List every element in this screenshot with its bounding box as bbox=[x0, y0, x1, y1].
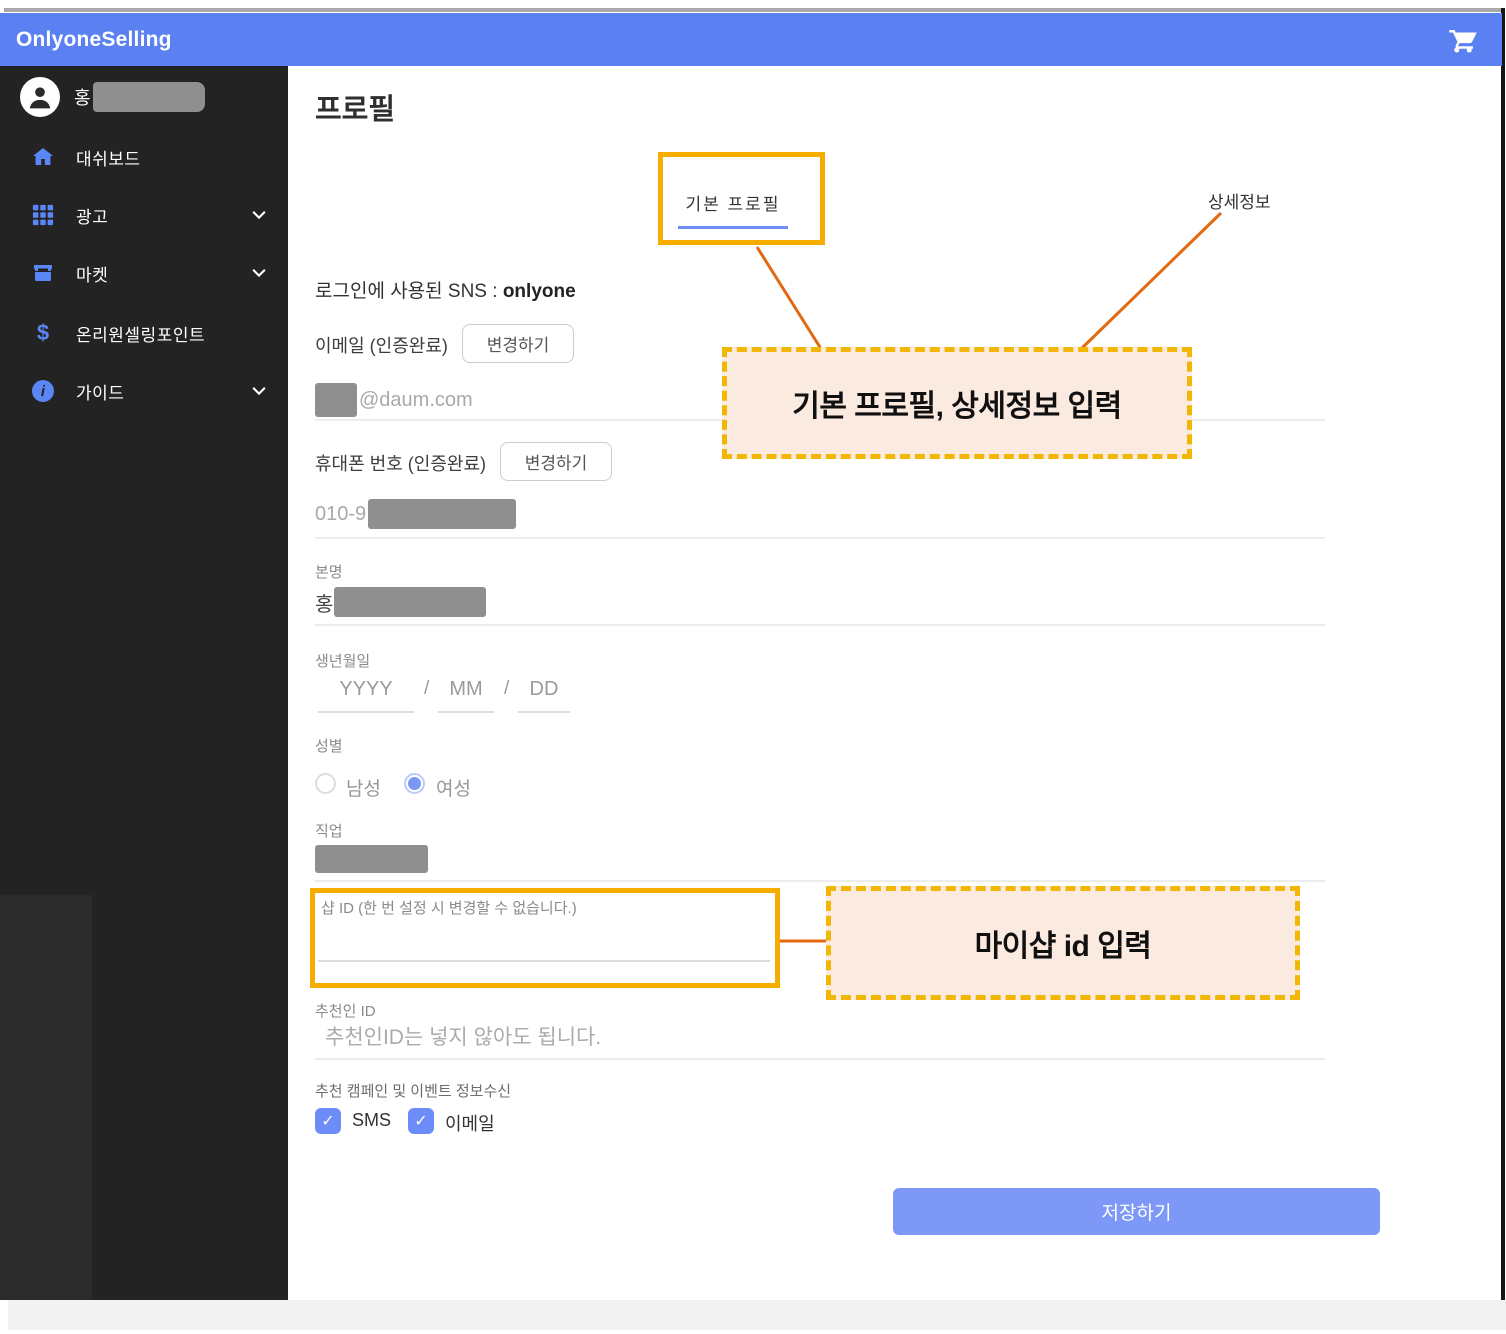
user-avatar bbox=[20, 77, 60, 117]
radio-female-selected[interactable] bbox=[404, 773, 425, 794]
sidebar-item-market[interactable]: 마켓 bbox=[0, 251, 288, 295]
birth-month-underline bbox=[438, 711, 494, 713]
sidebar-item-points[interactable]: $ 온리원셀링포인트 bbox=[0, 311, 288, 355]
phone-label: 휴대폰 번호 (인증완료) bbox=[315, 454, 487, 474]
app-logo[interactable]: OnlyoneSelling bbox=[16, 28, 172, 52]
chevron-down-icon bbox=[252, 211, 266, 220]
email-change-button[interactable]: 변경하기 bbox=[462, 324, 574, 363]
birth-year-input[interactable]: YYYY bbox=[318, 678, 414, 701]
dollar-icon: $ bbox=[36, 320, 50, 345]
user-name-prefix: 홍 bbox=[74, 88, 91, 108]
annotation-text: 기본 프로필, 상세정보 입력 bbox=[792, 390, 1122, 423]
divider bbox=[315, 1058, 1325, 1060]
sidebar-item-ads[interactable]: 광고 bbox=[0, 193, 288, 237]
divider bbox=[315, 624, 1325, 626]
phone-change-button[interactable]: 변경하기 bbox=[500, 442, 612, 481]
check-icon: ✓ bbox=[321, 1113, 335, 1130]
redaction-box bbox=[334, 587, 487, 617]
realname-label: 본명 bbox=[315, 564, 343, 581]
sidebar-item-label: 광고 bbox=[76, 207, 109, 227]
referrer-input[interactable]: 추천인ID는 넣지 않아도 됩니다. bbox=[325, 1021, 601, 1051]
annotation-box-shop-id bbox=[310, 888, 780, 988]
window-right-border bbox=[1501, 8, 1505, 1302]
sidebar-item-label: 온리원셀링포인트 bbox=[76, 325, 206, 345]
annotation-box-tab bbox=[658, 152, 825, 245]
home-icon bbox=[30, 144, 56, 170]
cart-icon[interactable] bbox=[1448, 25, 1478, 55]
sms-checkbox-label[interactable]: SMS bbox=[352, 1110, 391, 1131]
birthdate-label: 생년월일 bbox=[315, 653, 371, 670]
email-label: 이메일 (인증완료) bbox=[315, 336, 448, 356]
realname-value-prefix: 홍 bbox=[315, 593, 334, 616]
radio-female-label[interactable]: 여성 bbox=[436, 774, 471, 801]
person-icon bbox=[29, 87, 51, 109]
sidebar-item-dashboard[interactable]: 대쉬보드 bbox=[0, 135, 288, 179]
sidebar-item-label: 마켓 bbox=[76, 265, 109, 285]
phone-value: 010-9 bbox=[315, 499, 517, 529]
radio-dot bbox=[408, 777, 421, 790]
phone-value-prefix: 010-9 bbox=[315, 502, 367, 525]
sns-login-prefix: 로그인에 사용된 SNS : bbox=[315, 281, 503, 302]
redaction-box bbox=[368, 499, 517, 529]
user-name: 홍 bbox=[74, 82, 205, 112]
email-value: @daum.com bbox=[315, 383, 473, 417]
realname-value: 홍 bbox=[315, 587, 487, 617]
sms-checkbox-checked[interactable]: ✓ bbox=[315, 1108, 341, 1134]
top-header-bar: OnlyoneSelling bbox=[0, 13, 1502, 66]
birth-separator: / bbox=[424, 678, 430, 699]
chevron-down-icon bbox=[252, 269, 266, 278]
sns-login-line: 로그인에 사용된 SNS : onlyone bbox=[315, 276, 576, 303]
sidebar-item-guide[interactable]: i 가이드 bbox=[0, 369, 288, 413]
redaction-box bbox=[315, 383, 357, 417]
chevron-down-icon bbox=[252, 387, 266, 396]
sidebar-lower-panel bbox=[0, 895, 92, 1300]
window-top-rule bbox=[4, 8, 1502, 12]
job-label: 직업 bbox=[315, 823, 343, 840]
detail-info-label: 상세정보 bbox=[1208, 193, 1271, 212]
birth-month-input[interactable]: MM bbox=[438, 678, 494, 701]
sidebar-item-label: 대쉬보드 bbox=[76, 149, 141, 169]
annotation-note-profile: 기본 프로필, 상세정보 입력 bbox=[722, 347, 1192, 459]
redaction-box bbox=[315, 845, 428, 873]
marketing-optin-label: 추천 캠페인 및 이벤트 정보수신 bbox=[315, 1083, 512, 1100]
birth-year-underline bbox=[318, 711, 414, 713]
app-window: OnlyoneSelling 홍 대쉬보드 광고 마켓 $ 온리원셀링포인트 i… bbox=[0, 0, 1506, 1334]
birth-day-input[interactable]: DD bbox=[518, 678, 570, 701]
email-value-suffix: @daum.com bbox=[359, 388, 473, 411]
email-checkbox-checked[interactable]: ✓ bbox=[408, 1108, 434, 1134]
radio-male-label[interactable]: 남성 bbox=[346, 774, 381, 801]
radio-male[interactable] bbox=[315, 773, 336, 794]
gender-label: 성별 bbox=[315, 738, 343, 755]
save-button[interactable]: 저장하기 bbox=[893, 1188, 1380, 1235]
divider bbox=[315, 880, 1325, 882]
grid-icon bbox=[30, 202, 56, 228]
birth-day-underline bbox=[518, 711, 570, 713]
annotation-note-myshop-id: 마이샵 id 입력 bbox=[826, 886, 1300, 1000]
redaction-box bbox=[92, 82, 205, 112]
sidebar-item-label: 가이드 bbox=[76, 383, 125, 403]
email-checkbox-label[interactable]: 이메일 bbox=[445, 1110, 495, 1136]
page-title: 프로필 bbox=[315, 94, 396, 126]
divider bbox=[315, 537, 1325, 539]
info-icon: i bbox=[30, 378, 56, 404]
sidebar-user-row[interactable]: 홍 bbox=[0, 72, 288, 122]
check-icon: ✓ bbox=[414, 1113, 428, 1130]
birth-separator: / bbox=[504, 678, 510, 699]
store-icon bbox=[30, 260, 56, 286]
referrer-label: 추천인 ID bbox=[315, 1003, 376, 1020]
annotation-text: 마이샵 id 입력 bbox=[974, 930, 1152, 963]
footer-strip bbox=[8, 1300, 1506, 1330]
sns-login-value: onlyone bbox=[502, 281, 576, 302]
